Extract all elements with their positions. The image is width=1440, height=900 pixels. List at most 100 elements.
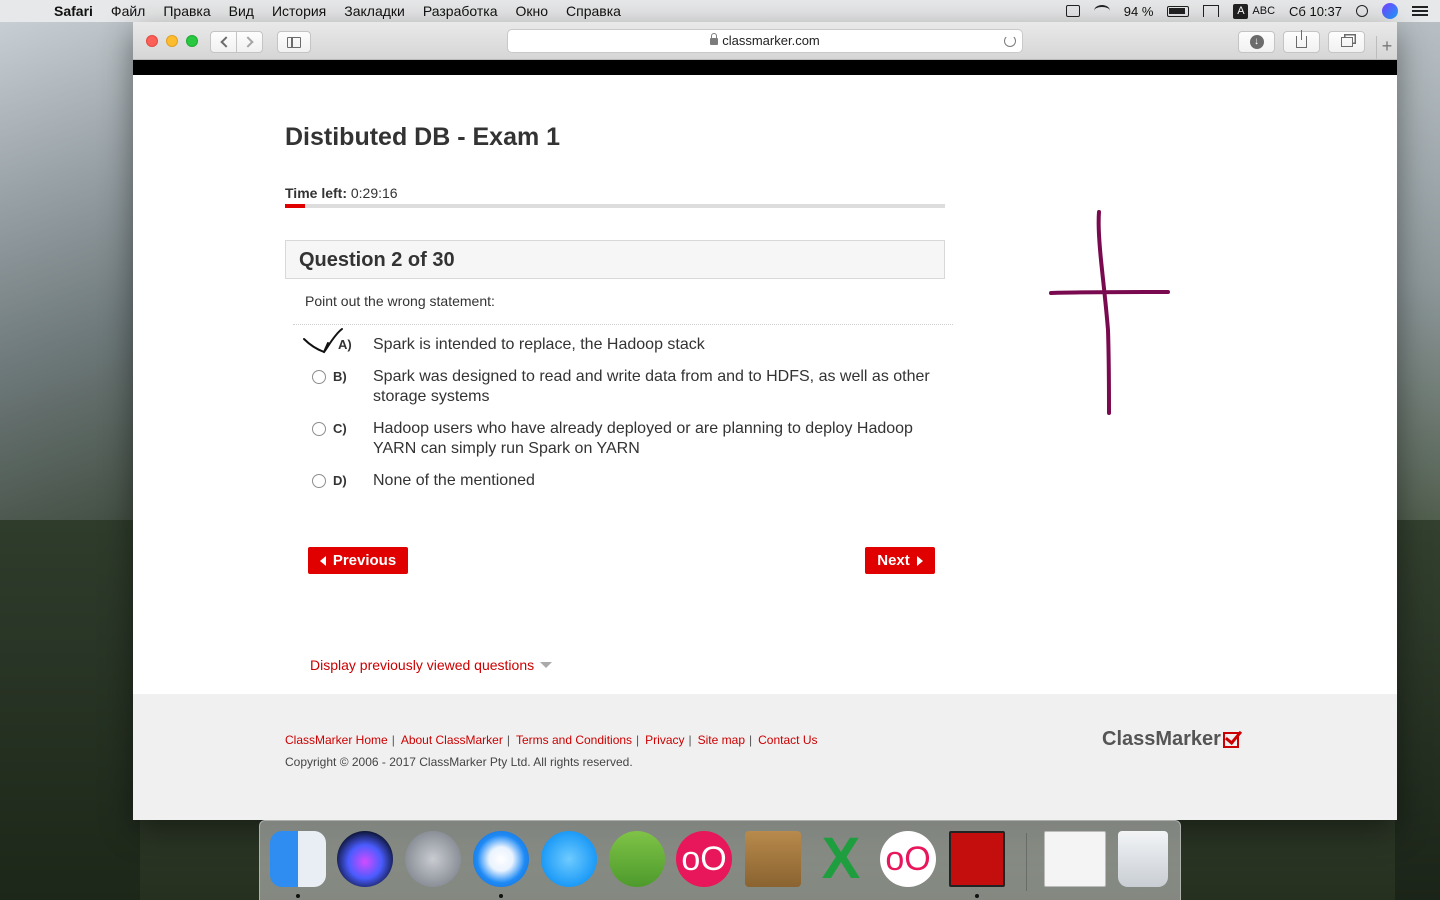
next-button[interactable]: Next <box>865 547 935 574</box>
checkbox-logo-icon <box>1222 731 1239 748</box>
previous-button[interactable]: Previous <box>308 547 408 574</box>
browser-toolbar: classmarker.com ↓ + <box>133 22 1397 60</box>
acrobat-icon[interactable] <box>949 831 1005 887</box>
cross-annotation-icon <box>1049 210 1170 415</box>
copyright-text: Copyright © 2006 - 2017 ClassMarker Pty … <box>285 755 633 769</box>
menu-view[interactable]: Вид <box>229 3 254 19</box>
sidebar-icon <box>287 36 301 48</box>
radio-button[interactable] <box>312 370 326 384</box>
page-title: Distibuted DB - Exam 1 <box>285 123 561 151</box>
answer-option-d[interactable]: D) None of the mentioned <box>305 471 945 493</box>
address-bar[interactable]: classmarker.com <box>507 29 1023 53</box>
messages-icon[interactable] <box>541 831 597 887</box>
notification-center-icon[interactable] <box>1412 6 1428 16</box>
safari-icon[interactable] <box>473 831 529 887</box>
question-header: Question 2 of 30 <box>285 240 945 279</box>
time-left: Time left: 0:29:16 <box>285 185 398 201</box>
previously-viewed-label: Display previously viewed questions <box>310 657 535 673</box>
siri-menu-icon[interactable] <box>1382 3 1398 19</box>
fullscreen-window-button[interactable] <box>186 35 198 47</box>
status-area: 94 % A ABC Сб 10:37 <box>1052 0 1428 22</box>
android-studio-icon[interactable] <box>609 831 665 887</box>
screen-mirror-icon[interactable] <box>1065 5 1080 17</box>
input-source-icon[interactable]: A <box>1233 3 1249 19</box>
close-window-button[interactable] <box>146 35 158 47</box>
menu-help[interactable]: Справка <box>566 3 621 19</box>
answer-letter: A) <box>338 337 352 352</box>
footer-link-privacy[interactable]: Privacy <box>645 733 684 747</box>
tab-overview-button[interactable] <box>1328 31 1365 53</box>
menu-clock[interactable]: Сб 10:37 <box>1289 4 1342 19</box>
footer-link-about[interactable]: About ClassMarker <box>401 733 503 747</box>
new-tab-button[interactable]: + <box>1376 36 1397 60</box>
battery-percent[interactable]: 94 % <box>1124 4 1154 19</box>
site-footer: ClassMarker Home | About ClassMarker | Ter… <box>133 694 1397 820</box>
answer-text: None of the mentioned <box>373 472 535 489</box>
footer-separator: | <box>391 733 395 747</box>
running-indicator <box>296 894 300 898</box>
back-button[interactable] <box>210 31 237 53</box>
question-divider <box>293 324 953 325</box>
answer-option-a[interactable]: A) Spark is intended to replace, the Had… <box>303 328 945 357</box>
reload-icon[interactable] <box>1004 35 1016 47</box>
previously-viewed-toggle[interactable]: Display previously viewed questions <box>310 657 553 673</box>
contacts-icon[interactable] <box>745 831 801 887</box>
downloads-button[interactable]: ↓ <box>1238 31 1275 53</box>
desktop-wallpaper <box>1395 520 1440 900</box>
safari-window: classmarker.com ↓ + Distibuted DB - Exam… <box>133 22 1397 820</box>
finder-icon[interactable] <box>270 831 326 887</box>
menu-window[interactable]: Окно <box>515 3 548 19</box>
address-url: classmarker.com <box>722 33 820 48</box>
menu-bookmarks[interactable]: Закладки <box>344 3 405 19</box>
menu-history[interactable]: История <box>272 3 326 19</box>
sidebar-toggle-button[interactable] <box>277 31 311 53</box>
wifi-icon[interactable] <box>1093 5 1110 17</box>
launchpad-icon[interactable] <box>405 831 461 887</box>
dock-divider <box>1026 833 1027 891</box>
question-number: Question 2 of 30 <box>299 249 455 271</box>
airplay-icon[interactable] <box>1203 5 1220 17</box>
trash-icon[interactable] <box>1118 831 1168 887</box>
battery-icon[interactable] <box>1167 5 1190 17</box>
next-label: Next <box>877 552 910 569</box>
input-source-label[interactable]: ABC <box>1252 5 1275 17</box>
siri-icon[interactable] <box>337 831 393 887</box>
footer-link-home[interactable]: ClassMarker Home <box>285 733 388 747</box>
footer-link-sitemap[interactable]: Site map <box>698 733 745 747</box>
oo-app-icon[interactable]: oO <box>880 831 936 887</box>
answer-option-b[interactable]: B) Spark was designed to read and write … <box>305 367 945 409</box>
classmarker-logo[interactable]: ClassMarker <box>1102 728 1239 751</box>
excel-icon[interactable]: X <box>813 830 869 888</box>
answer-option-c[interactable]: C) Hadoop users who have already deploye… <box>305 419 945 461</box>
answer-letter: B) <box>333 369 347 384</box>
spotlight-icon[interactable] <box>1356 5 1368 17</box>
menu-bar: Safari Файл Правка Вид История Закладки … <box>0 0 1440 22</box>
footer-links: ClassMarker Home | About ClassMarker | Ter… <box>285 733 817 747</box>
footer-link-terms[interactable]: Terms and Conditions <box>516 733 632 747</box>
time-left-label: Time left: <box>285 185 347 201</box>
minimize-window-button[interactable] <box>166 35 178 47</box>
previous-label: Previous <box>332 552 397 569</box>
footer-link-contact[interactable]: Contact Us <box>758 733 817 747</box>
menu-file[interactable]: Файл <box>111 3 145 19</box>
footer-separator: | <box>749 733 753 747</box>
menu-develop[interactable]: Разработка <box>423 3 498 19</box>
footer-separator: | <box>636 733 640 747</box>
desktop-wallpaper <box>0 520 140 900</box>
dock: oO X oO <box>259 820 1181 900</box>
answer-text: Spark was designed to read and write dat… <box>373 368 930 405</box>
menu-app-name[interactable]: Safari <box>54 3 93 19</box>
download-icon: ↓ <box>1249 35 1264 49</box>
preview-icon[interactable] <box>1044 831 1106 887</box>
share-button[interactable] <box>1283 30 1320 53</box>
forward-button[interactable] <box>236 31 263 53</box>
oo-app-icon[interactable]: oO <box>676 831 732 887</box>
radio-button[interactable] <box>312 474 326 488</box>
time-progress-track <box>285 204 945 208</box>
time-left-value: 0:29:16 <box>350 185 398 201</box>
site-header-bar <box>133 60 1397 75</box>
menu-edit[interactable]: Правка <box>163 3 210 19</box>
lock-icon <box>710 33 719 45</box>
radio-button[interactable] <box>312 422 326 436</box>
chevron-left-icon <box>219 36 232 48</box>
